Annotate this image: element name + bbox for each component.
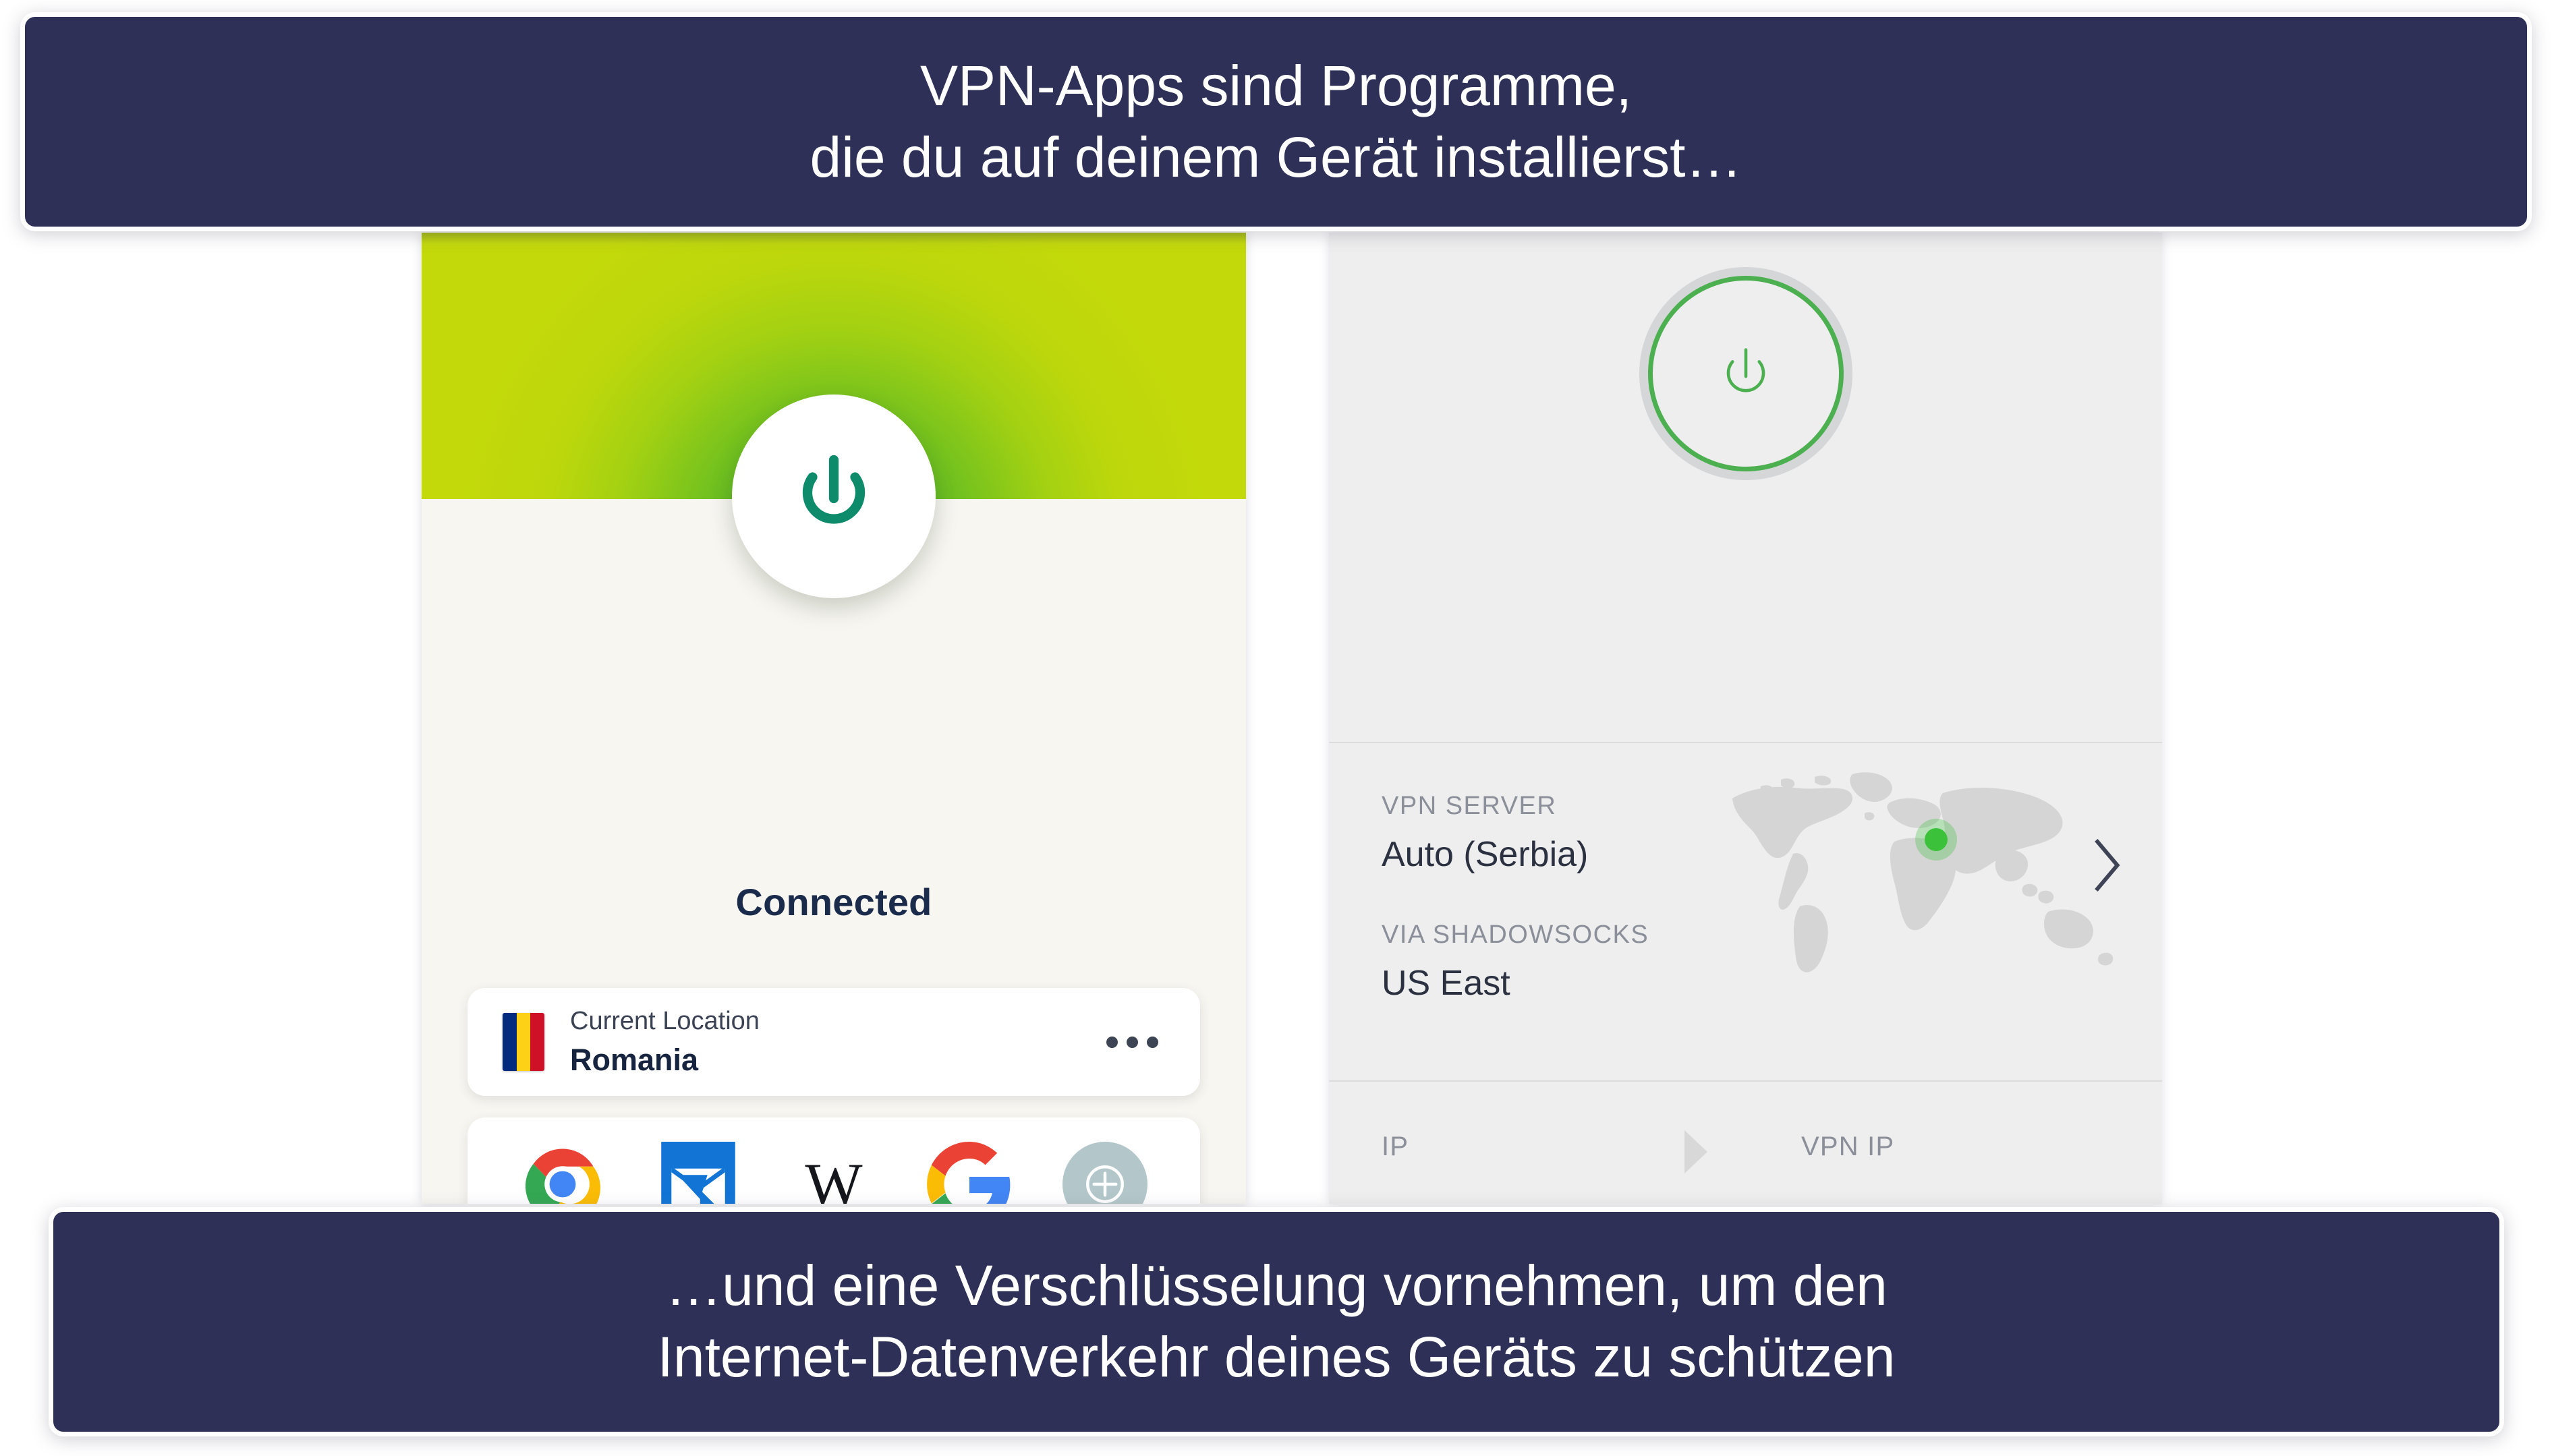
wikipedia-icon: W xyxy=(791,1151,876,1204)
top-caption-banner: VPN-Apps sind Programme, die du auf dein… xyxy=(20,12,2532,231)
chevron-right-icon[interactable] xyxy=(2091,836,2123,894)
vpn-server-row[interactable]: VPN SERVER Auto (Serbia) VIA SHADOWSOCKS… xyxy=(1329,743,2162,1080)
hero-top-shade xyxy=(422,233,1246,243)
plus-circle-icon xyxy=(1062,1142,1148,1204)
power-button-container xyxy=(732,395,936,598)
vpn-server-texts: VPN SERVER Auto (Serbia) VIA SHADOWSOCKS… xyxy=(1382,792,1649,1003)
screenshot-canvas: Connected Current Location Romania W VPN… xyxy=(0,0,2552,1456)
top-caption-line-2: die du auf deinem Gerät installierst… xyxy=(810,125,1742,189)
shortcuts-card: W xyxy=(467,1117,1200,1204)
connection-status-label: Connected xyxy=(735,881,932,923)
bottom-caption-line-1: …und eine Verschlüsselung vornehmen, um … xyxy=(665,1254,1888,1318)
svg-text:W: W xyxy=(805,1151,863,1204)
bottom-caption-banner: …und eine Verschlüsselung vornehmen, um … xyxy=(49,1207,2504,1436)
location-texts: Current Location Romania xyxy=(570,1007,1106,1078)
current-location-card[interactable]: Current Location Romania xyxy=(467,988,1200,1096)
world-map-icon xyxy=(1720,759,2152,982)
chrome-shortcut[interactable] xyxy=(520,1142,605,1204)
google-shortcut[interactable] xyxy=(927,1142,1012,1204)
pia-vpn-app-window: VPN SERVER Auto (Serbia) VIA SHADOWSOCKS… xyxy=(1329,233,2162,1204)
expressvpn-app-window: Connected Current Location Romania W xyxy=(422,233,1246,1204)
connect-power-button[interactable] xyxy=(732,395,936,598)
power-button-area xyxy=(1329,233,2162,742)
via-shadowsocks-caption: VIA SHADOWSOCKS xyxy=(1382,921,1649,949)
romania-flag-icon xyxy=(503,1013,544,1071)
more-options-icon[interactable] xyxy=(1106,1036,1158,1048)
vpn-ip-label: VPN IP xyxy=(1801,1132,1895,1161)
current-location-name: Romania xyxy=(570,1042,699,1077)
top-caption-line-1: VPN-Apps sind Programme, xyxy=(919,53,1633,117)
google-icon xyxy=(927,1142,1012,1204)
vpn-server-caption: VPN SERVER xyxy=(1382,792,1557,820)
add-shortcut-button[interactable] xyxy=(1062,1142,1148,1204)
ip-label: IP xyxy=(1382,1132,1409,1161)
wikipedia-shortcut[interactable]: W xyxy=(791,1142,876,1204)
via-shadowsocks-value: US East xyxy=(1382,964,1510,1003)
ip-info-row: IP VPN IP xyxy=(1329,1082,2162,1204)
bottom-caption-line-2: Internet-Datenverkehr deines Geräts zu s… xyxy=(657,1325,1896,1389)
power-icon xyxy=(1711,339,1781,409)
server-location-marker xyxy=(1925,827,1948,851)
power-icon xyxy=(783,446,884,547)
vpn-server-value: Auto (Serbia) xyxy=(1382,835,1589,874)
chrome-icon xyxy=(520,1142,605,1204)
arrow-right-icon xyxy=(1684,1130,1707,1173)
connect-power-button[interactable] xyxy=(1647,276,1844,471)
mail-shortcut[interactable] xyxy=(656,1142,741,1204)
mail-icon xyxy=(660,1142,736,1204)
current-location-caption: Current Location xyxy=(570,1006,760,1035)
